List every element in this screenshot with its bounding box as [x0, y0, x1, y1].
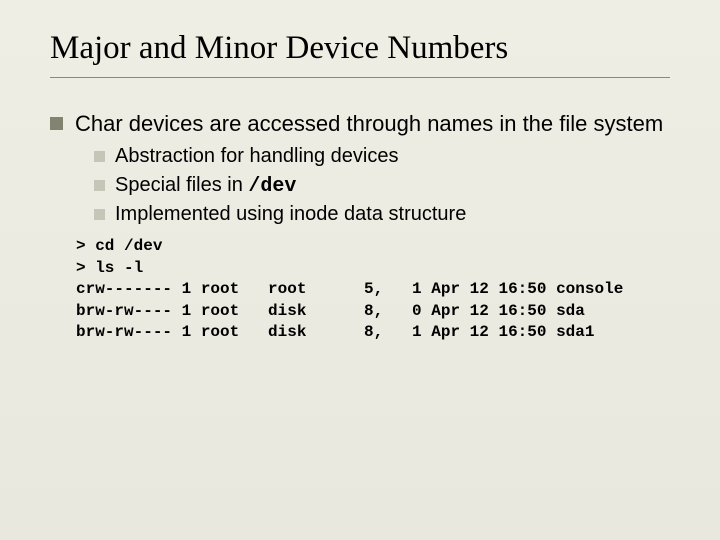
square-bullet-icon [94, 209, 105, 220]
bullet-text: Special files in /dev [115, 173, 670, 200]
square-bullet-icon [94, 180, 105, 191]
bullet-level2: Abstraction for handling devices [94, 144, 670, 170]
bullet-level1: Char devices are accessed through names … [50, 110, 670, 138]
bullet-text: Implemented using inode data structure [115, 202, 670, 228]
bullet-level2: Implemented using inode data structure [94, 202, 670, 228]
square-bullet-icon [94, 151, 105, 162]
square-bullet-icon [50, 117, 63, 130]
code-block: > cd /dev > ls -l crw------- 1 root root… [76, 236, 670, 344]
sub-bullet-list: Abstraction for handling devices Special… [94, 144, 670, 228]
bullet-text: Abstraction for handling devices [115, 144, 670, 170]
bullet-level2: Special files in /dev [94, 173, 670, 200]
bullet-text: Char devices are accessed through names … [75, 110, 670, 138]
slide-title: Major and Minor Device Numbers [50, 30, 670, 78]
slide-content: Char devices are accessed through names … [50, 110, 670, 344]
inline-code: /dev [248, 175, 296, 198]
